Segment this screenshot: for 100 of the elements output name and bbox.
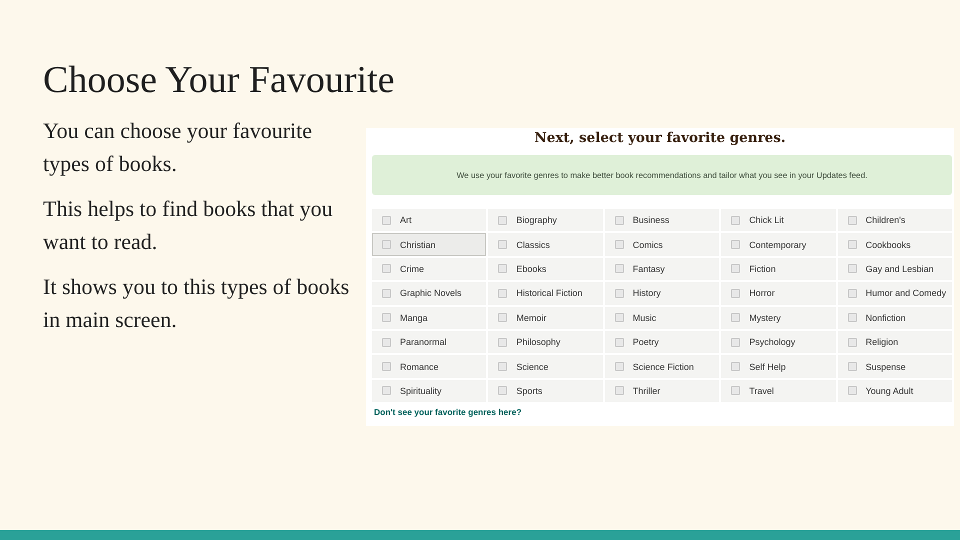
genre-label: Crime [400, 264, 424, 274]
checkbox[interactable] [848, 264, 857, 274]
checkbox[interactable] [382, 362, 391, 372]
genre-label: Mystery [749, 312, 781, 323]
genre-option[interactable]: Memoir [488, 306, 603, 329]
missing-genres-link[interactable]: Don't see your favorite genres here? [374, 407, 522, 418]
genre-option[interactable]: Poetry [604, 330, 720, 354]
checkbox[interactable] [848, 216, 857, 225]
genre-option[interactable]: Sports [488, 380, 603, 402]
genre-option[interactable]: Paranormal [372, 330, 486, 354]
genre-option[interactable]: History [604, 282, 720, 305]
genre-option[interactable]: Chick Lit [721, 209, 836, 232]
genre-option[interactable]: Ebooks [488, 258, 603, 280]
genre-label: Ebooks [516, 264, 546, 274]
checkbox[interactable] [498, 264, 508, 274]
genre-option[interactable]: Fiction [721, 258, 836, 280]
genre-option[interactable]: Science Fiction [604, 355, 720, 378]
checkbox[interactable] [614, 264, 624, 274]
genre-option[interactable]: Children's [838, 209, 952, 232]
genre-option[interactable]: Classics [488, 233, 603, 256]
checkbox[interactable] [382, 338, 391, 347]
genre-option[interactable]: Historical Fiction [488, 282, 603, 305]
slide-title: Choose Your Favourite [43, 58, 396, 103]
checkbox[interactable] [731, 264, 740, 274]
checkbox[interactable] [614, 313, 624, 322]
genre-option[interactable]: Mystery [721, 306, 836, 329]
genre-label: Nonfiction [866, 312, 906, 323]
checkbox[interactable] [614, 288, 624, 298]
genre-option[interactable]: Manga [372, 306, 486, 329]
checkbox[interactable] [731, 313, 740, 322]
genre-option[interactable]: Christian [372, 233, 486, 256]
body-paragraph: You can choose your favourite types of books. [43, 117, 314, 178]
genre-label: Business [632, 215, 670, 226]
checkbox[interactable] [731, 216, 740, 225]
genre-option[interactable]: Thriller [604, 380, 720, 402]
body-paragraph: This helps to find books that you want to read. [43, 195, 334, 256]
genre-option[interactable]: Horror [721, 282, 836, 305]
checkbox[interactable] [382, 313, 391, 322]
checkbox[interactable] [614, 386, 624, 396]
checkbox[interactable] [731, 240, 740, 250]
checkbox[interactable] [731, 288, 740, 298]
genre-label: Music [632, 312, 656, 323]
genre-option[interactable]: Graphic Novels [372, 282, 486, 305]
checkbox[interactable] [614, 240, 624, 250]
genre-option[interactable]: Fantasy [604, 258, 720, 280]
checkbox[interactable] [382, 386, 391, 396]
checkbox[interactable] [848, 288, 857, 298]
checkbox[interactable] [498, 362, 508, 372]
genre-option[interactable]: Gay and Lesbian [838, 258, 952, 280]
genre-option[interactable]: Music [604, 306, 720, 329]
genre-option[interactable]: Romance [372, 355, 486, 378]
genre-option[interactable]: Biography [488, 209, 603, 232]
genre-option[interactable]: Philosophy [488, 330, 603, 354]
checkbox[interactable] [614, 216, 624, 225]
checkbox[interactable] [498, 288, 508, 298]
genre-option[interactable]: Art [372, 209, 486, 232]
checkbox[interactable] [498, 313, 508, 322]
checkbox[interactable] [614, 338, 624, 347]
genre-option[interactable]: Nonfiction [838, 306, 952, 329]
checkbox[interactable] [498, 386, 508, 396]
genre-option[interactable]: Business [604, 209, 720, 232]
checkbox[interactable] [382, 240, 391, 250]
genre-label: Graphic Novels [400, 288, 462, 298]
checkbox[interactable] [731, 338, 740, 347]
checkbox[interactable] [382, 216, 391, 225]
genre-option[interactable]: Suspense [838, 355, 952, 378]
checkbox[interactable] [848, 240, 857, 250]
checkbox[interactable] [498, 338, 508, 347]
genre-label: Science Fiction [632, 362, 694, 372]
genre-option[interactable]: Self Help [721, 355, 836, 378]
checkbox[interactable] [382, 288, 391, 298]
genre-option[interactable]: Spirituality [372, 380, 486, 402]
genre-label: Horror [749, 288, 775, 298]
genre-option[interactable]: Humor and Comedy [838, 282, 952, 305]
genre-option[interactable]: Science [488, 355, 603, 378]
genre-label: Comics [632, 240, 663, 250]
info-text: We use your favorite genres to make better book recommendations and tailor what you see in your Updates feed. [456, 170, 868, 180]
genre-option[interactable]: Contemporary [721, 233, 836, 256]
genre-option[interactable]: Religion [838, 330, 952, 354]
checkbox[interactable] [848, 386, 857, 396]
checkbox[interactable] [614, 362, 624, 372]
genre-label: Children's [866, 215, 906, 226]
checkbox[interactable] [848, 338, 857, 347]
genre-option[interactable]: Crime [372, 258, 486, 280]
checkbox[interactable] [848, 313, 857, 322]
checkbox[interactable] [498, 240, 508, 250]
genre-label: History [632, 288, 661, 298]
checkbox[interactable] [848, 362, 857, 372]
checkbox[interactable] [731, 386, 740, 396]
genre-option[interactable]: Comics [604, 233, 720, 256]
genre-option[interactable]: Young Adult [838, 380, 952, 402]
genre-option[interactable]: Psychology [721, 330, 836, 354]
checkbox[interactable] [382, 264, 391, 274]
genre-label: Spirituality [400, 386, 442, 396]
genre-label: Humor and Comedy [866, 288, 946, 298]
genre-option[interactable]: Travel [721, 380, 836, 402]
checkbox[interactable] [731, 362, 740, 372]
genre-label: Classics [516, 240, 550, 250]
genre-option[interactable]: Cookbooks [838, 233, 952, 256]
checkbox[interactable] [498, 216, 508, 225]
